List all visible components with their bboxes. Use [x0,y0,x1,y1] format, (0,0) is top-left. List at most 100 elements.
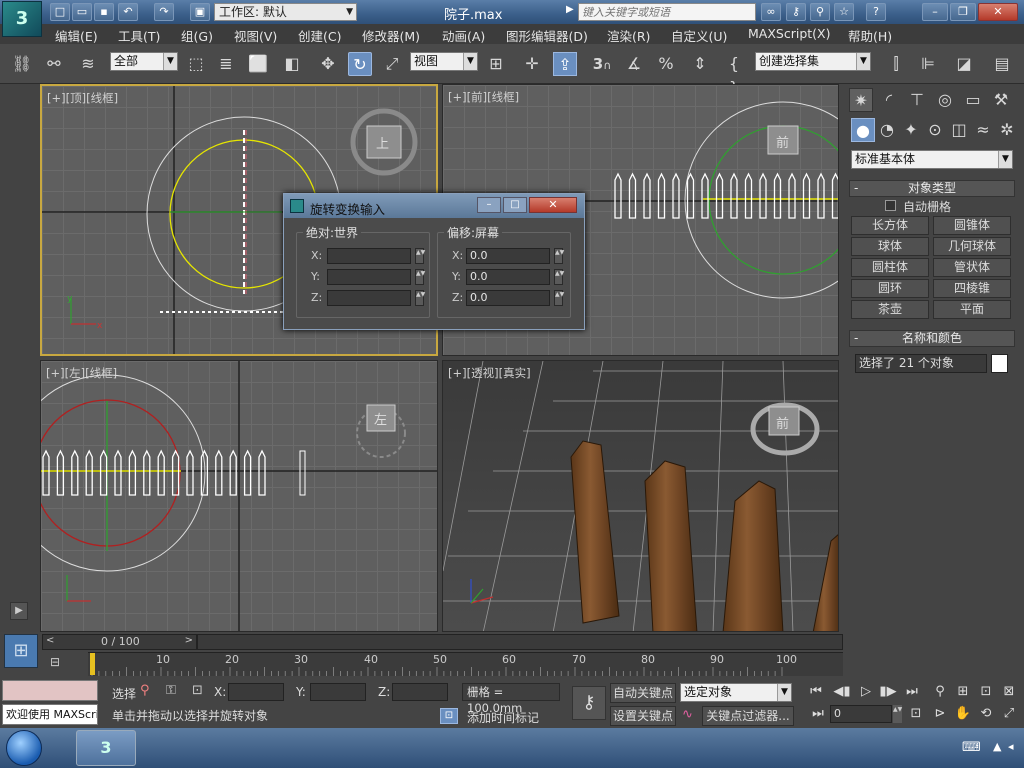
expand-arrow-icon[interactable]: ▶ [10,602,28,620]
isolate-selection-icon[interactable]: ⚲ [140,683,150,698]
menu-create[interactable]: 创建(C) [298,26,341,45]
key-filter-curve-icon[interactable]: ∿ [682,707,693,722]
display-tab-icon[interactable]: ▭ [961,88,985,112]
time-configuration-icon[interactable]: ⊡ [906,704,926,724]
scale-icon[interactable]: ⤢ [380,52,404,76]
open-file-icon[interactable]: ▭ [72,3,92,21]
key-mode-dropdown[interactable]: 选定对象 ▼ [680,683,792,702]
help-icon[interactable]: ? [866,3,886,21]
go-to-start-icon[interactable]: ⏮ [806,682,826,702]
search-input[interactable] [578,3,756,21]
undo-icon[interactable]: ↶ [118,3,138,21]
cameras-icon[interactable]: ⊙ [923,118,947,142]
close-button[interactable]: ✕ [978,3,1018,21]
select-by-name-icon[interactable]: ≣ [214,52,238,76]
zoom-extents-all-icon[interactable]: ⊠ [999,682,1019,702]
cone-button[interactable]: 圆锥体 [933,216,1011,235]
current-frame-field[interactable]: 0 [830,705,892,723]
viewport-view-name[interactable]: [透视] [467,366,499,380]
time-slider-next-icon[interactable]: > [185,635,193,646]
abs-x-spinner-arrows-icon[interactable]: ▲▼ [415,248,425,264]
mirror-icon[interactable]: ⫿ [884,52,908,76]
orbit-icon[interactable]: ⟲ [976,704,996,724]
viewcube-front-label[interactable]: 前 [776,132,789,151]
maxscript-welcome-field[interactable]: 欢迎使用 MAXScri [2,704,98,725]
offset-z-spinner-arrows-icon[interactable]: ▲▼ [554,290,564,306]
hierarchy-tab-icon[interactable]: ⊤ [905,88,929,112]
menu-animation[interactable]: 动画(A) [442,26,485,45]
geometry-icon[interactable]: ● [851,118,875,142]
select-object-icon[interactable]: ⬚ [184,52,208,76]
time-slider-track[interactable] [197,634,843,650]
object-name-field[interactable]: 选择了 21 个对象 [855,354,987,373]
menu-edit[interactable]: 编辑(E) [55,26,98,45]
viewport-left[interactable]: [+][左][线框] 左 [40,360,438,632]
percent-snap-icon[interactable]: % [654,52,678,76]
offset-y-spinner-arrows-icon[interactable]: ▲▼ [554,269,564,285]
shapes-icon[interactable]: ◔ [875,118,899,142]
menu-help[interactable]: 帮助(H) [848,26,892,45]
pyramid-button[interactable]: 四棱锥 [933,279,1011,298]
absolute-mode-icon[interactable]: ⊡ [192,683,203,698]
abs-y-spinner-arrows-icon[interactable]: ▲▼ [415,269,425,285]
lock-selection-icon[interactable]: ⚿ [166,683,176,698]
offset-z-spinner[interactable]: 0.0 [466,290,550,306]
helpers-icon[interactable]: ◫ [947,118,971,142]
menu-rendering[interactable]: 渲染(R) [607,26,650,45]
add-time-tag-icon[interactable]: ⊡ [440,708,458,724]
coord-y-field[interactable] [310,683,366,701]
taskbar-3dsmax-icon[interactable]: 3 [76,730,136,766]
dialog-maximize-button[interactable]: □ [503,197,527,213]
menu-customize[interactable]: 自定义(U) [671,26,727,45]
spinner-snap-icon[interactable]: ⇕ [688,52,712,76]
selection-filter-dropdown[interactable]: 全部 ▼ [110,52,178,71]
create-tab-icon[interactable]: ✷ [849,88,873,112]
snap-toggle-icon[interactable]: 3∩ [590,52,614,76]
tube-button[interactable]: 管状体 [933,258,1011,277]
windows-start-icon[interactable] [6,730,42,766]
named-selection-dropdown[interactable]: 创建选择集 ▼ [755,52,871,71]
previous-frame-icon[interactable]: ◀▮ [832,682,852,702]
set-key-icon[interactable]: ⚷ [572,686,606,720]
keyboard-shortcut-override-icon[interactable]: ⇪ [553,52,577,76]
motion-tab-icon[interactable]: ◎ [933,88,957,112]
play-icon[interactable]: ▷ [856,682,876,702]
graphite-tools-icon[interactable]: ▤ [990,52,1014,76]
dialog-minimize-button[interactable]: – [477,197,501,213]
tray-arrow-icon[interactable]: ▲ [993,740,1001,753]
redo-icon[interactable]: ↷ [154,3,174,21]
mini-curve-editor-icon[interactable]: ⊟ [50,655,60,669]
menu-graph-editors[interactable]: 图形编辑器(D) [506,26,588,45]
name-color-rollout[interactable]: - 名称和颜色 [849,330,1015,347]
object-color-swatch[interactable] [991,354,1008,373]
zoom-icon[interactable]: ⚲ [930,682,950,702]
abs-x-spinner[interactable] [327,248,411,264]
maxscript-listener-mini[interactable] [2,680,98,701]
sphere-button[interactable]: 球体 [851,237,929,256]
pivot-center-icon[interactable]: ⊞ [484,52,508,76]
rect-selection-icon[interactable]: ⬜ [246,52,270,76]
time-slider[interactable]: < 0 / 100 > [42,634,197,650]
dialog-title-bar[interactable]: 旋转变换输入 – □ ✕ [284,194,584,218]
volume-tray-icon[interactable]: ◂ [1008,740,1014,753]
menu-views[interactable]: 视图(V) [234,26,277,45]
next-frame-icon[interactable]: ▮▶ [878,682,898,702]
rotate-icon[interactable]: ↻ [348,52,372,76]
link-icon[interactable]: ⛓ [10,52,34,76]
app-logo-icon[interactable]: 3 [2,1,42,37]
cylinder-button[interactable]: 圆柱体 [851,258,929,277]
binoculars-icon[interactable]: ∞ [761,3,781,21]
add-time-tag-label[interactable]: 添加时间标记 [467,709,539,726]
field-of-view-icon[interactable]: ⊳ [930,704,950,724]
maximize-button[interactable]: ❐ [950,3,976,21]
keyboard-tray-icon[interactable]: ⌨ [962,740,981,755]
align-icon[interactable]: ⊫ [916,52,940,76]
edit-named-selection-icon[interactable]: { } [722,52,746,97]
move-icon[interactable]: ✥ [316,52,340,76]
torus-button[interactable]: 圆环 [851,279,929,298]
offset-y-spinner[interactable]: 0.0 [466,269,550,285]
zoom-extents-icon[interactable]: ⊡ [976,682,996,702]
window-crossing-icon[interactable]: ◧ [280,52,304,76]
viewcube-top-label[interactable]: 上 [376,133,389,152]
viewport-shading-mode[interactable]: [真实] [499,366,531,380]
